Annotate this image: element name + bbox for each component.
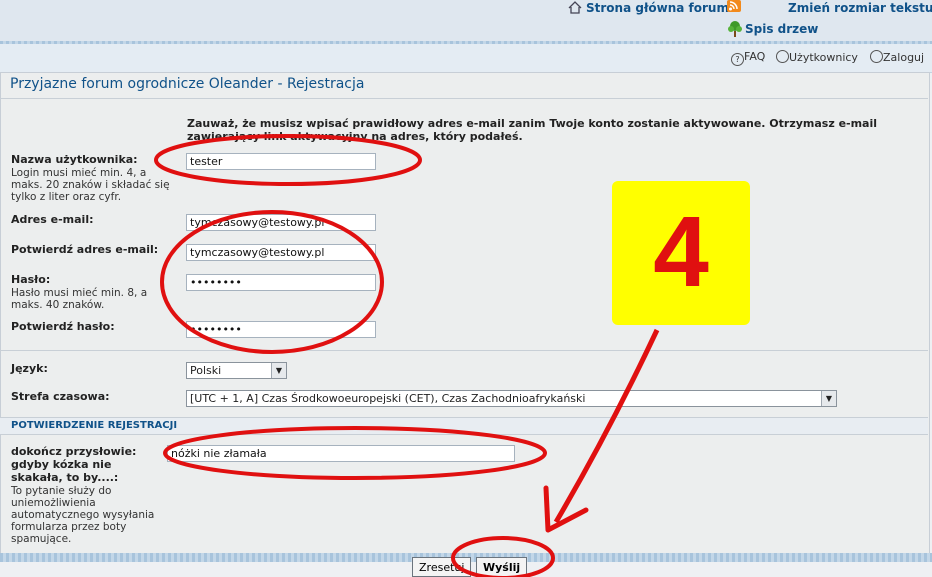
page-title: Przyjazne forum ogrodnicze Oleander - Re… [10,76,365,92]
trees-link[interactable]: Spis drzew [745,22,818,36]
dropdown-arrow-icon[interactable]: ▼ [821,391,836,406]
captcha-answer-input[interactable] [167,445,515,462]
reset-button[interactable]: Zresetuj [412,557,472,577]
title-divider [0,98,928,99]
help-icon: ? [731,53,744,66]
tree-icon [727,20,743,41]
step-number-badge: 4 [612,181,750,325]
users-icon [776,50,789,63]
dropdown-arrow-icon[interactable]: ▼ [271,363,286,378]
rss-icon[interactable] [727,0,741,15]
submit-button[interactable]: Wyślij [476,557,528,577]
language-select[interactable]: Polski ▼ [186,362,287,379]
username-label: Nazwa użytkownika: [11,153,138,166]
font-size-link[interactable]: Zmień rozmiar tekstu [788,1,932,15]
home-link[interactable]: Strona główna forum [586,1,729,15]
users-menu-item[interactable]: Użytkownicy [776,50,858,64]
faq-menu-item[interactable]: ? FAQ [731,50,765,66]
login-label: Zaloguj [883,51,925,64]
users-label: Użytkownicy [789,51,858,64]
confirmation-title: POTWIERDZENIE REJESTRACJI [11,420,178,431]
password-confirm-input[interactable] [186,321,376,338]
form-divider [0,350,928,351]
step-number: 4 [653,196,709,308]
password-hint: Hasło musi mieć min. 8, a maks. 40 znakó… [11,287,148,311]
captcha-question-label: dokończ przysłowie: gdyby kózka nie skak… [11,445,137,484]
username-input[interactable] [186,153,376,170]
email-confirm-input[interactable] [186,244,376,261]
language-label: Język: [11,362,48,375]
timezone-select[interactable]: [UTC + 1, A] Czas Środkowoeuropejski (CE… [186,390,837,407]
email-input[interactable] [186,214,376,231]
username-hint: Login musi mieć min. 4, a maks. 20 znakó… [11,167,170,203]
timezone-label: Strefa czasowa: [11,390,110,403]
captcha-hint: To pytanie służy do uniemożliwienia auto… [11,485,155,545]
password-label: Hasło: [11,273,51,286]
power-icon [870,50,883,63]
email-confirm-label: Potwierdź adres e-mail: [11,243,159,256]
password-confirm-label: Potwierdź hasło: [11,320,115,333]
language-selected: Polski [190,364,222,377]
timezone-selected: [UTC + 1, A] Czas Środkowoeuropejski (CE… [190,392,586,405]
home-icon [568,1,582,17]
email-label: Adres e-mail: [11,213,94,226]
login-menu-item[interactable]: Zaloguj [870,50,924,64]
menu-bar: ? FAQ Użytkownicy Zaloguj [0,44,932,73]
faq-label: FAQ [744,50,766,63]
password-input[interactable] [186,274,376,291]
email-notice: Zauważ, że musisz wpisać prawidłowy adre… [187,117,878,143]
confirmation-section-header: POTWIERDZENIE REJESTRACJI [0,417,928,435]
